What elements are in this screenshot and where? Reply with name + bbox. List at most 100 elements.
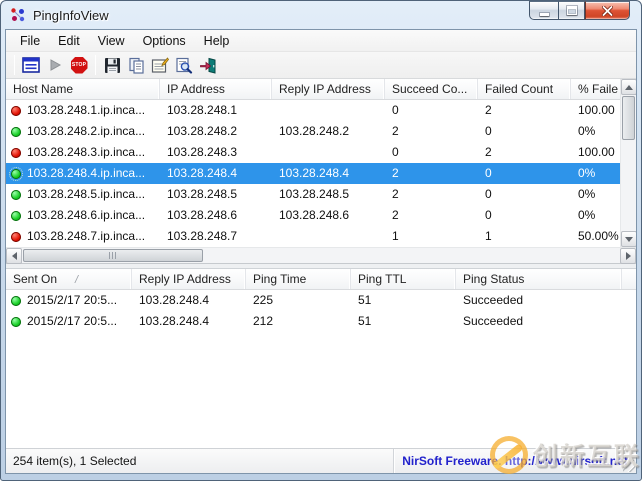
ping-options-button[interactable] xyxy=(19,53,43,77)
failed-count: 1 xyxy=(478,226,571,247)
column-reply-ip[interactable]: Reply IP Address xyxy=(132,269,246,289)
vertical-scrollbar[interactable] xyxy=(620,79,636,247)
table-row[interactable]: 103.28.248.1.ip.inca... 103.28.248.1 0 2… xyxy=(6,100,622,121)
maximize-icon xyxy=(567,6,577,15)
table-row[interactable]: 103.28.248.3.ip.inca... 103.28.248.3 0 2… xyxy=(6,142,622,163)
title-bar[interactable]: PingInfoView xyxy=(1,1,641,29)
window-title: PingInfoView xyxy=(33,8,109,23)
menu-help[interactable]: Help xyxy=(195,31,239,51)
app-window: PingInfoView File Edit View Options Help xyxy=(0,0,642,481)
list-item[interactable]: 2015/2/17 20:5... 103.28.248.4 212 51 Su… xyxy=(6,311,636,332)
copy-icon xyxy=(128,57,145,74)
column-failed-pct[interactable]: % Faile xyxy=(571,79,622,99)
status-ok-icon xyxy=(11,211,21,221)
column-filler xyxy=(622,269,636,289)
thumb-grip-icon xyxy=(109,252,118,259)
failed-count: 2 xyxy=(478,142,571,163)
scroll-up-button[interactable] xyxy=(621,79,637,95)
failed-pct: 0% xyxy=(571,184,622,205)
column-ping-status[interactable]: Ping Status xyxy=(456,269,622,289)
exit-button[interactable] xyxy=(196,53,220,77)
minimize-button[interactable] xyxy=(529,1,558,20)
ping-time: 225 xyxy=(246,290,351,311)
failed-pct: 0% xyxy=(571,121,622,142)
column-sent-on[interactable]: Sent On/ xyxy=(6,269,132,289)
menu-edit[interactable]: Edit xyxy=(49,31,89,51)
close-button[interactable] xyxy=(585,1,630,20)
column-ping-time[interactable]: Ping Time xyxy=(246,269,351,289)
host-name: 103.28.248.2.ip.inca... xyxy=(27,121,145,142)
close-icon xyxy=(602,6,613,16)
status-ok-icon xyxy=(11,190,21,200)
ip-address: 103.28.248.4 xyxy=(160,163,272,184)
failed-count: 0 xyxy=(478,184,571,205)
column-host-name[interactable]: Host Name xyxy=(6,79,160,99)
resize-grip[interactable] xyxy=(623,460,635,472)
resume-button[interactable] xyxy=(43,53,67,77)
status-ok-icon xyxy=(11,296,21,306)
properties-button[interactable] xyxy=(148,53,172,77)
scroll-down-button[interactable] xyxy=(621,231,637,247)
scroll-left-button[interactable] xyxy=(6,248,22,264)
status-failed-icon xyxy=(11,232,21,242)
failed-pct: 0% xyxy=(571,163,622,184)
properties-icon xyxy=(151,57,169,74)
table-row[interactable]: 103.28.248.6.ip.inca... 103.28.248.6 103… xyxy=(6,205,622,226)
succeed-count: 1 xyxy=(385,226,478,247)
menu-file[interactable]: File xyxy=(11,31,49,51)
sent-on: 2015/2/17 20:5... xyxy=(27,311,117,332)
table-row[interactable]: 103.28.248.2.ip.inca... 103.28.248.2 103… xyxy=(6,121,622,142)
succeed-count: 2 xyxy=(385,184,478,205)
menu-bar: File Edit View Options Help xyxy=(6,30,636,52)
stop-icon: STOP xyxy=(71,57,88,74)
ip-address: 103.28.248.5 xyxy=(160,184,272,205)
reply-ip: 103.28.248.4 xyxy=(272,163,385,184)
ip-address: 103.28.248.3 xyxy=(160,142,272,163)
vertical-scroll-thumb[interactable] xyxy=(622,96,635,140)
column-ping-ttl[interactable]: Ping TTL xyxy=(351,269,456,289)
scroll-right-button[interactable] xyxy=(620,248,636,264)
reply-ip: 103.28.248.2 xyxy=(272,121,385,142)
reply-ip: 103.28.248.5 xyxy=(272,184,385,205)
host-name: 103.28.248.4.ip.inca... xyxy=(27,163,145,184)
menu-view[interactable]: View xyxy=(89,31,134,51)
ip-address: 103.28.248.7 xyxy=(160,226,272,247)
failed-count: 0 xyxy=(478,121,571,142)
menu-options[interactable]: Options xyxy=(134,31,195,51)
succeed-count: 2 xyxy=(385,163,478,184)
horizontal-scrollbar[interactable] xyxy=(6,247,636,263)
table-row[interactable]: 103.28.248.7.ip.inca... 103.28.248.7 1 1… xyxy=(6,226,622,247)
toolbar: STOP xyxy=(6,52,636,79)
minimize-icon xyxy=(540,13,549,16)
succeed-count: 2 xyxy=(385,121,478,142)
nirsoft-link[interactable]: NirSoft Freeware. http://www.nirsoft.net xyxy=(394,449,636,473)
find-button[interactable] xyxy=(172,53,196,77)
arrow-up-icon xyxy=(625,85,633,90)
failed-count: 2 xyxy=(478,100,571,121)
ping-status: Succeeded xyxy=(456,290,622,311)
status-failed-icon xyxy=(11,148,21,158)
table-row[interactable]: 103.28.248.5.ip.inca... 103.28.248.5 103… xyxy=(6,184,622,205)
stop-button[interactable]: STOP xyxy=(67,53,91,77)
list-item[interactable]: 2015/2/17 20:5... 103.28.248.4 225 51 Su… xyxy=(6,290,636,311)
exit-icon xyxy=(199,57,217,74)
sort-indicator-icon: / xyxy=(75,274,78,286)
copy-button[interactable] xyxy=(124,53,148,77)
column-failed-count[interactable]: Failed Count xyxy=(478,79,571,99)
ping-options-icon xyxy=(22,57,40,73)
hosts-list: Host Name IP Address Reply IP Address Su… xyxy=(6,79,636,263)
arrow-down-icon xyxy=(625,237,633,242)
save-icon xyxy=(104,57,121,74)
stop-label: STOP xyxy=(72,62,86,68)
save-button[interactable] xyxy=(100,53,124,77)
table-row-selected[interactable]: 103.28.248.4.ip.inca... 103.28.248.4 103… xyxy=(6,163,622,184)
maximize-button[interactable] xyxy=(558,1,585,20)
column-reply-ip[interactable]: Reply IP Address xyxy=(272,79,385,99)
host-name: 103.28.248.6.ip.inca... xyxy=(27,205,145,226)
column-ip-address[interactable]: IP Address xyxy=(160,79,272,99)
horizontal-scroll-thumb[interactable] xyxy=(23,249,203,262)
ip-address: 103.28.248.2 xyxy=(160,121,272,142)
results-header: Sent On/ Reply IP Address Ping Time Ping… xyxy=(6,269,636,290)
ip-address: 103.28.248.6 xyxy=(160,205,272,226)
column-succeed-count[interactable]: Succeed Co... xyxy=(385,79,478,99)
